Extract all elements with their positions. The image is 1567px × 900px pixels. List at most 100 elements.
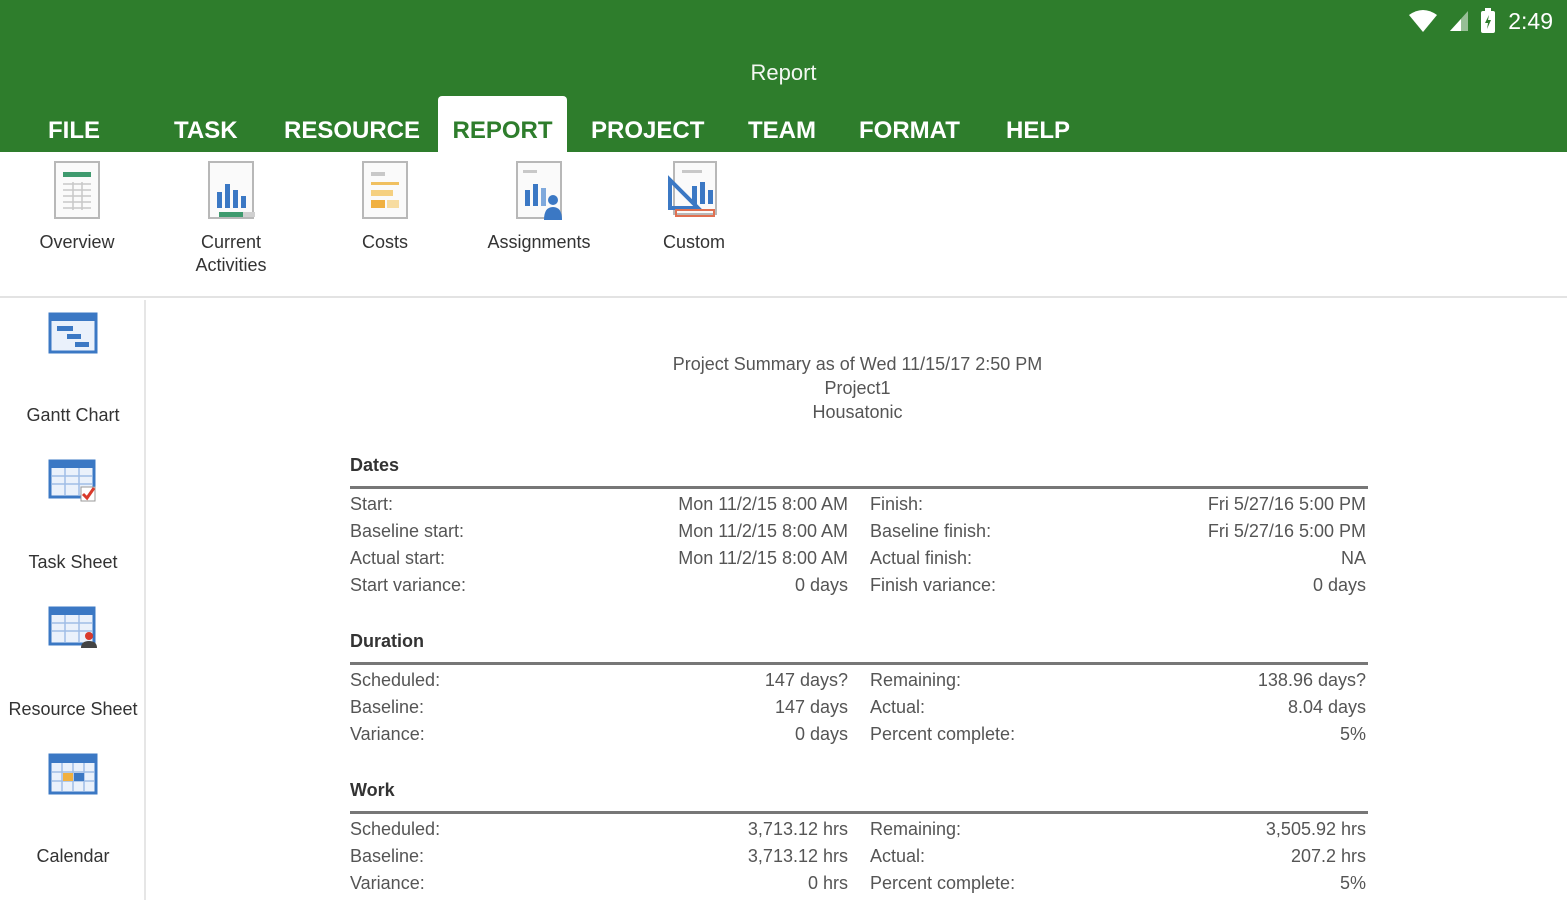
field-label: Actual start: [350, 548, 446, 568]
field-label: Variance: [350, 724, 425, 744]
project-summary-report: Project Summary as of Wed 11/15/17 2:50 … [148, 300, 1567, 900]
field-value: 0 days [794, 724, 848, 744]
custom-report-button[interactable]: Custom [629, 160, 759, 254]
sidebar-item-resource-sheet[interactable]: Resource Sheet [0, 604, 146, 720]
field-value: Fri 5/27/16 5:00 PM [1207, 494, 1366, 514]
section-title: Dates [350, 455, 400, 475]
assignments-report-label: Assignments [487, 232, 591, 252]
field-value: 3,713.12 hrs [747, 846, 848, 866]
field-value: 207.2 hrs [1290, 846, 1366, 866]
field-value: Mon 11/2/15 8:00 AM [678, 494, 848, 514]
report-heading-company: Housatonic [812, 402, 903, 422]
field-label: Finish: [870, 494, 924, 514]
field-label: Scheduled: [350, 670, 441, 690]
report-row: Scheduled: 147 days? Remaining: 138.96 days… [350, 667, 1368, 694]
sidebar-item-gantt-chart-label: Gantt Chart [26, 405, 120, 425]
field-value: 3,505.92 hrs [1265, 819, 1366, 839]
report-row: Actual start: Mon 11/2/15 8:00 AM Actual f… [350, 545, 1368, 572]
sidebar-item-task-sheet[interactable]: Task Sheet [0, 457, 146, 573]
report-row: Scheduled: 3,713.12 hrs Remaining: 3,505.92… [350, 816, 1368, 843]
field-value: 147 days? [764, 670, 848, 690]
overview-report-label: Overview [39, 232, 115, 252]
field-label: Baseline finish: [870, 521, 992, 541]
field-value: 3,713.12 hrs [747, 819, 848, 839]
report-row: Start: Mon 11/2/15 8:00 AM Finish: Fri 5/27… [350, 491, 1368, 518]
costs-report-button[interactable]: Costs [320, 160, 450, 254]
sidebar-item-task-sheet-label: Task Sheet [28, 552, 118, 572]
field-value: 0 days [794, 575, 848, 595]
sidebar-item-gantt-chart[interactable]: Gantt Chart [0, 310, 146, 426]
current-activities-report-button[interactable]: Current Activities [166, 160, 296, 277]
field-label: Scheduled: [350, 819, 441, 839]
section-title: Duration [350, 631, 424, 651]
status-time: 2:49 [1508, 7, 1553, 34]
sidebar-item-calendar[interactable]: Calendar [0, 751, 146, 867]
field-value: 8.04 days [1287, 697, 1366, 717]
current-activities-report-label: Current Activities [195, 232, 267, 275]
report-section-duration: Duration Scheduled: 147 days? Remaining: 138… [350, 631, 1368, 748]
section-divider [350, 811, 1368, 814]
report-ribbon: Overview Current Activities Costs Assign… [0, 152, 1567, 298]
custom-report-icon [668, 161, 717, 217]
report-row: Baseline start: Mon 11/2/15 8:00 AM Baseli… [350, 518, 1368, 545]
field-value: Mon 11/2/15 8:00 AM [678, 521, 848, 541]
tab-resource[interactable]: RESOURCE [270, 96, 434, 152]
tab-task[interactable]: TASK [160, 96, 252, 152]
field-value: Mon 11/2/15 8:00 AM [678, 548, 848, 568]
report-section-work: Work Scheduled: 3,713.12 hrs Remaining: 3,50… [350, 780, 1368, 897]
overview-report-icon [54, 161, 100, 219]
report-row: Variance: 0 hrs Percent complete: 5% [350, 870, 1368, 897]
report-heading-project: Project1 [824, 378, 891, 398]
battery-icon [1481, 8, 1496, 33]
view-sidebar: Gantt Chart Task Sheet Resource Sheet Ca… [0, 300, 146, 900]
tab-team[interactable]: TEAM [734, 96, 830, 152]
tab-project[interactable]: PROJECT [577, 96, 718, 152]
report-row: Start variance: 0 days Finish variance: 0 d… [350, 572, 1368, 599]
report-heading: Project Summary as of Wed 11/15/17 2:50 … [148, 352, 1567, 424]
section-title: Work [350, 780, 395, 800]
app-title: Report [750, 60, 817, 85]
gantt-chart-icon [48, 312, 98, 354]
field-value: 5% [1339, 724, 1366, 744]
assignments-report-button[interactable]: Assignments [474, 160, 604, 254]
field-value: 138.96 days? [1257, 670, 1366, 690]
field-label: Baseline: [350, 697, 425, 717]
overview-report-button[interactable]: Overview [12, 160, 142, 254]
cell-signal-icon [1450, 11, 1469, 31]
field-label: Baseline: [350, 846, 425, 866]
costs-report-icon [362, 161, 408, 219]
field-label: Actual: [870, 697, 926, 717]
field-value: NA [1340, 548, 1366, 568]
report-section-dates: Dates Start: Mon 11/2/15 8:00 AM Finish: Fri… [350, 455, 1368, 599]
field-label: Actual finish: [870, 548, 973, 568]
tab-help[interactable]: HELP [992, 96, 1084, 152]
field-label: Start: [350, 494, 394, 514]
field-value: 147 days [774, 697, 848, 717]
report-row: Baseline: 147 days Actual: 8.04 days [350, 694, 1368, 721]
report-row: Variance: 0 days Percent complete: 5% [350, 721, 1368, 748]
field-label: Remaining: [870, 819, 962, 839]
resource-sheet-icon [48, 606, 97, 648]
ribbon-tabs: FILE TASK RESOURCE REPORT PROJECT TEAM F… [0, 96, 1567, 152]
field-label: Baseline start: [350, 521, 465, 541]
report-row: Baseline: 3,713.12 hrs Actual: 207.2 hrs [350, 843, 1368, 870]
field-label: Variance: [350, 873, 425, 893]
field-value: Fri 5/27/16 5:00 PM [1207, 521, 1366, 541]
tab-format[interactable]: FORMAT [845, 96, 974, 152]
sidebar-item-calendar-label: Calendar [36, 846, 110, 866]
sidebar-item-resource-sheet-label: Resource Sheet [8, 699, 138, 719]
calendar-icon [48, 753, 98, 795]
field-label: Percent complete: [870, 873, 1016, 893]
tab-file[interactable]: FILE [34, 96, 114, 152]
costs-report-label: Costs [361, 232, 408, 252]
task-sheet-icon [48, 459, 96, 502]
field-label: Remaining: [870, 670, 962, 690]
wifi-icon [1409, 10, 1438, 32]
custom-report-label: Custom [662, 232, 725, 252]
section-divider [350, 662, 1368, 665]
tab-report[interactable]: REPORT [438, 96, 567, 152]
field-label: Finish variance: [870, 575, 997, 595]
field-value: 0 hrs [807, 873, 848, 893]
field-value: 5% [1339, 873, 1366, 893]
field-label: Percent complete: [870, 724, 1016, 744]
